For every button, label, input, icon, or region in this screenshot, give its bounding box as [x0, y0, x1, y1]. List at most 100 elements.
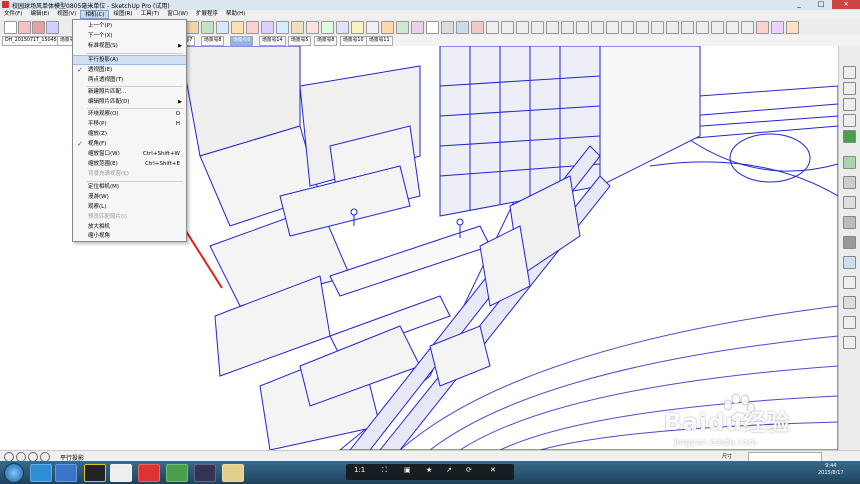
select-tool-icon[interactable] — [4, 21, 17, 34]
protractor-tool-icon[interactable] — [681, 21, 694, 34]
eraser-tool-icon[interactable] — [18, 21, 31, 34]
walk-tool-icon[interactable] — [261, 21, 274, 34]
zoom-extents-icon[interactable] — [246, 21, 259, 34]
menu-tools[interactable]: 工具(T) — [137, 10, 164, 19]
scene-tab[interactable]: 场景号10 — [340, 36, 367, 46]
share-icon[interactable]: ↗ — [446, 466, 452, 474]
menu-item-next[interactable]: 下一个(X) — [73, 31, 186, 41]
extension-icon[interactable] — [771, 21, 784, 34]
menu-item-look-around[interactable]: 观察(L) — [73, 202, 186, 212]
scene-tab[interactable]: 场景号8 — [201, 36, 225, 46]
menu-item-zoom[interactable]: 缩放(Z) — [73, 129, 186, 139]
menu-file[interactable]: 文件(F) — [0, 10, 26, 19]
tape-tool-icon[interactable] — [186, 21, 199, 34]
menu-item-new-match-photo[interactable]: 新建照片匹配... — [73, 87, 186, 97]
pan-tool-icon[interactable] — [231, 21, 244, 34]
monitor-app-icon[interactable] — [194, 464, 216, 482]
view-right-icon[interactable] — [843, 114, 856, 127]
folder-icon[interactable] — [222, 464, 244, 482]
menu-item-walk[interactable]: 漫游(W) — [73, 192, 186, 202]
house-icon[interactable] — [843, 336, 856, 349]
freehand-tool-icon[interactable] — [621, 21, 634, 34]
rectangle-tool-icon[interactable] — [636, 21, 649, 34]
xray-icon[interactable] — [396, 21, 409, 34]
arc-tool-icon[interactable] — [576, 21, 589, 34]
fullscreen-icon[interactable]: ⛶ — [382, 466, 387, 475]
layout-app-icon[interactable] — [84, 464, 106, 482]
layer-icon[interactable] — [843, 156, 856, 169]
scene-tab[interactable]: DH_2015071T_150458 — [2, 36, 63, 46]
scene-tab-selected[interactable]: 场景号9 — [230, 36, 254, 46]
view-front-icon[interactable] — [843, 98, 856, 111]
move-tool-icon[interactable] — [486, 21, 499, 34]
plugin-icon[interactable] — [786, 21, 799, 34]
hidden-line-icon[interactable] — [426, 21, 439, 34]
fog-icon[interactable] — [843, 196, 856, 209]
shaded-icon[interactable] — [441, 21, 454, 34]
zoom-tool-icon[interactable] — [201, 21, 214, 34]
menu-item-field-of-view[interactable]: ✓ 视角(F) — [73, 139, 186, 149]
iso-view-icon[interactable] — [306, 21, 319, 34]
menu-item-position-camera[interactable]: 定位相机(M) — [73, 182, 186, 192]
qq-icon[interactable] — [30, 464, 52, 482]
text-tool-icon[interactable] — [651, 21, 664, 34]
menu-item-narrow-view[interactable]: 缩小视角 — [73, 231, 186, 241]
sketchup-taskbar-icon[interactable] — [138, 464, 160, 482]
close-button[interactable]: × — [832, 0, 860, 9]
rotate-tool-icon[interactable] — [501, 21, 514, 34]
menu-item-standard-views[interactable]: 标准视图(S) ▶ — [73, 41, 186, 51]
menu-window[interactable]: 窗口(W) — [163, 10, 192, 19]
solid-icon[interactable] — [843, 296, 856, 309]
menu-item-previous[interactable]: 上一个(P) — [73, 21, 186, 31]
menu-item-pan[interactable]: 平移(P) H — [73, 119, 186, 129]
left-view-icon[interactable] — [381, 21, 394, 34]
textured-icon[interactable] — [456, 21, 469, 34]
rotate-icon[interactable]: ⟳ — [466, 466, 472, 474]
polygon-tool-icon[interactable] — [606, 21, 619, 34]
section-icon[interactable] — [843, 216, 856, 229]
menu-edit[interactable]: 编辑(E) — [26, 10, 53, 19]
menu-item-orbit[interactable]: 环绕观察(O) O — [73, 109, 186, 119]
offset-tool-icon[interactable] — [561, 21, 574, 34]
menu-camera[interactable]: 相机(C) — [80, 10, 110, 19]
axes-tool-icon[interactable] — [696, 21, 709, 34]
scale-tool-icon[interactable] — [516, 21, 529, 34]
outliner-icon[interactable] — [843, 236, 856, 249]
section-plane-icon[interactable] — [291, 21, 304, 34]
explorer-icon[interactable] — [55, 464, 77, 482]
menu-item-perspective[interactable]: ✓ 透视图(E) — [73, 65, 186, 75]
component-icon[interactable] — [741, 21, 754, 34]
warehouse-icon[interactable] — [756, 21, 769, 34]
start-button[interactable] — [4, 463, 24, 483]
right-view-icon[interactable] — [351, 21, 364, 34]
scene-tab[interactable]: 场景号5 — [288, 36, 312, 46]
pencil-tool-icon[interactable] — [32, 21, 45, 34]
green-style-icon[interactable] — [843, 130, 856, 143]
view-iso-icon[interactable] — [843, 66, 856, 79]
menu-item-edit-match-photo[interactable]: 编辑照片匹配(D) ▶ — [73, 97, 186, 107]
scene-tab[interactable]: 场景号14 — [259, 36, 286, 46]
dimension-tool-icon[interactable] — [666, 21, 679, 34]
scene-tab[interactable]: 场景号11 — [366, 36, 393, 46]
scene-tab[interactable]: 场景号8 — [314, 36, 338, 46]
menu-item-zoom-extents[interactable]: 缩放范围(E) Ctrl+Shift+E — [73, 159, 186, 169]
view-top-icon[interactable] — [843, 82, 856, 95]
paint-bucket-icon[interactable] — [726, 21, 739, 34]
box-icon[interactable] — [843, 276, 856, 289]
cube-icon[interactable] — [843, 256, 856, 269]
orbit-tool-icon[interactable] — [216, 21, 229, 34]
menu-item-parallel-projection[interactable]: 平行投影(A) — [73, 55, 186, 65]
top-view-icon[interactable] — [321, 21, 334, 34]
menu-draw[interactable]: 绘图(R) — [109, 10, 136, 19]
360-browser-icon[interactable] — [166, 464, 188, 482]
push-pull-icon[interactable] — [531, 21, 544, 34]
look-around-icon[interactable] — [276, 21, 289, 34]
circle-tool-icon[interactable] — [591, 21, 604, 34]
line-tool-icon[interactable] — [46, 21, 59, 34]
menu-item-zoom-window[interactable]: 缩放窗口(W) Ctrl+Shift+W — [73, 149, 186, 159]
follow-me-icon[interactable] — [546, 21, 559, 34]
monochrome-icon[interactable] — [471, 21, 484, 34]
screenshot-icon[interactable]: ▣ — [404, 466, 411, 474]
home-icon[interactable] — [843, 316, 856, 329]
wireframe-icon[interactable] — [411, 21, 424, 34]
